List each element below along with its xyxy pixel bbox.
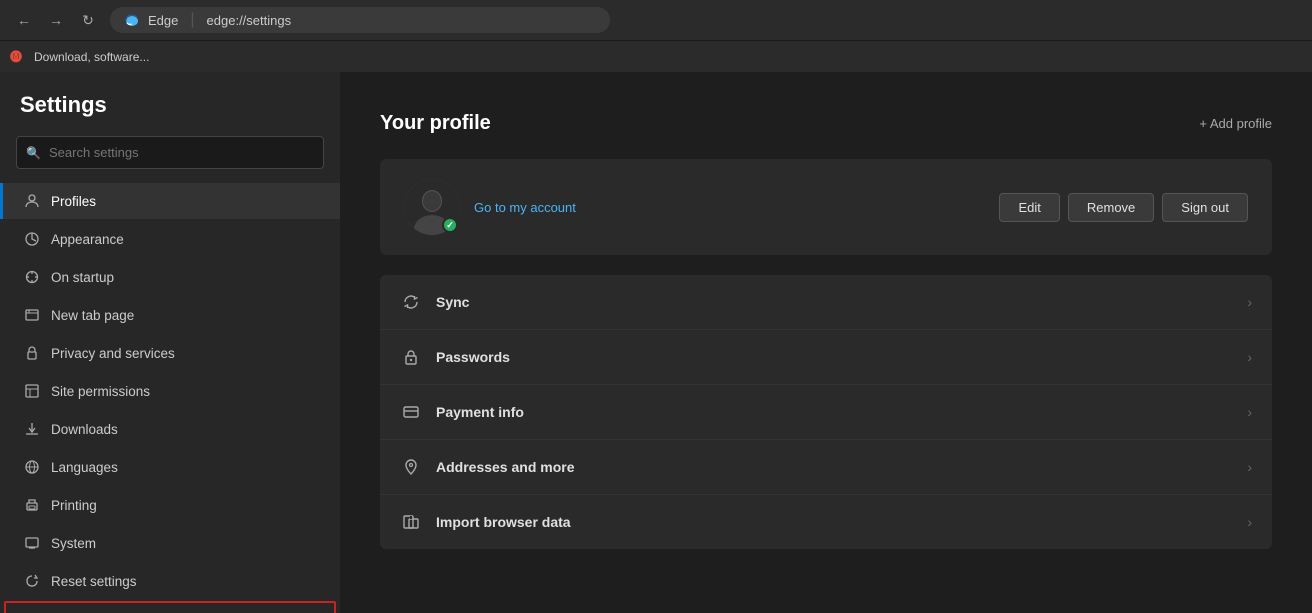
titlebar: ← → ↻ Edge | edge://settings <box>0 0 1312 40</box>
nav-buttons: ← → ↻ <box>10 6 102 34</box>
search-settings-wrapper: 🔍 <box>0 136 340 181</box>
sidebar-item-site-permissions[interactable]: Site permissions <box>0 373 340 409</box>
browser-name-label: Edge <box>148 13 178 28</box>
on-startup-icon <box>23 268 41 286</box>
downloads-icon <box>23 420 41 438</box>
sidebar-item-appearance[interactable]: Appearance <box>0 221 340 257</box>
appearance-icon <box>23 230 41 248</box>
sidebar-label-site-permissions: Site permissions <box>51 384 150 399</box>
profile-left: Go to my account <box>404 179 576 235</box>
settings-list-item-sync[interactable]: Sync › <box>380 275 1272 330</box>
languages-icon <box>23 458 41 476</box>
search-settings-input[interactable] <box>16 136 324 169</box>
profile-verified-badge <box>442 217 458 233</box>
sidebar-item-privacy-services[interactable]: Privacy and services <box>0 335 340 371</box>
sidebar-label-appearance: Appearance <box>51 232 124 247</box>
refresh-button[interactable]: ↻ <box>74 6 102 34</box>
settings-list-item-addresses[interactable]: Addresses and more › <box>380 440 1272 495</box>
content-area: Your profile + Add profile <box>340 72 1312 613</box>
printing-icon <box>23 496 41 514</box>
sync-icon <box>400 291 422 313</box>
sidebar-label-system: System <box>51 536 96 551</box>
search-icon: 🔍 <box>26 146 41 160</box>
add-profile-button[interactable]: + Add profile <box>1199 116 1272 131</box>
sidebar-label-profiles: Profiles <box>51 194 96 209</box>
privacy-icon <box>23 344 41 362</box>
addresses-icon <box>400 456 422 478</box>
payment-info-chevron-icon: › <box>1247 404 1252 420</box>
addresses-chevron-icon: › <box>1247 459 1252 475</box>
sidebar: Settings 🔍 Profiles <box>0 72 340 613</box>
sidebar-item-languages[interactable]: Languages <box>0 449 340 485</box>
bookmark-favicon: 🅜 <box>10 48 22 65</box>
payment-info-icon <box>400 401 422 423</box>
profile-card: Go to my account Edit Remove Sign out <box>380 159 1272 255</box>
payment-info-label: Payment info <box>436 404 1233 420</box>
passwords-chevron-icon: › <box>1247 349 1252 365</box>
reset-settings-icon <box>23 572 41 590</box>
sidebar-label-on-startup: On startup <box>51 270 114 285</box>
address-label: edge://settings <box>207 13 292 28</box>
go-to-account-button[interactable]: Go to my account <box>474 200 576 215</box>
settings-list-item-payment-info[interactable]: Payment info › <box>380 385 1272 440</box>
sidebar-item-reset-settings[interactable]: Reset settings <box>0 563 340 599</box>
profile-actions: Edit Remove Sign out <box>999 193 1248 222</box>
bookmarks-bar: 🅜 Download, software... <box>0 40 1312 72</box>
separator: | <box>190 11 194 29</box>
edge-logo-icon <box>124 12 140 28</box>
new-tab-page-icon <box>23 306 41 324</box>
forward-button[interactable]: → <box>42 6 70 34</box>
sidebar-item-about-edge[interactable]: About Microsoft Edge <box>4 601 336 613</box>
avatar-wrapper <box>404 179 460 235</box>
edit-profile-button[interactable]: Edit <box>999 193 1059 222</box>
page-title: Your profile <box>380 112 491 135</box>
address-bar[interactable]: Edge | edge://settings <box>110 7 610 33</box>
settings-list-item-passwords[interactable]: Passwords › <box>380 330 1272 385</box>
sidebar-item-on-startup[interactable]: On startup <box>0 259 340 295</box>
sidebar-item-profiles[interactable]: Profiles <box>0 183 340 219</box>
profiles-icon <box>23 192 41 210</box>
sync-chevron-icon: › <box>1247 294 1252 310</box>
sidebar-item-downloads[interactable]: Downloads <box>0 411 340 447</box>
sidebar-label-printing: Printing <box>51 498 97 513</box>
main-layout: Settings 🔍 Profiles <box>0 72 1312 613</box>
sidebar-label-downloads: Downloads <box>51 422 118 437</box>
site-permissions-icon <box>23 382 41 400</box>
sidebar-title: Settings <box>0 92 340 134</box>
passwords-label: Passwords <box>436 349 1233 365</box>
sidebar-item-new-tab-page[interactable]: New tab page <box>0 297 340 333</box>
sidebar-label-new-tab-page: New tab page <box>51 308 134 323</box>
remove-profile-button[interactable]: Remove <box>1068 193 1154 222</box>
sidebar-item-system[interactable]: System <box>0 525 340 561</box>
settings-list-item-import-data[interactable]: Import browser data › <box>380 495 1272 549</box>
passwords-icon <box>400 346 422 368</box>
sync-label: Sync <box>436 294 1233 310</box>
sidebar-label-privacy-services: Privacy and services <box>51 346 175 361</box>
system-icon <box>23 534 41 552</box>
sidebar-label-reset-settings: Reset settings <box>51 574 137 589</box>
addresses-label: Addresses and more <box>436 459 1233 475</box>
sidebar-label-languages: Languages <box>51 460 118 475</box>
settings-list: Sync › Passwords › <box>380 275 1272 549</box>
import-data-icon <box>400 511 422 533</box>
import-data-label: Import browser data <box>436 514 1233 530</box>
sidebar-item-printing[interactable]: Printing <box>0 487 340 523</box>
back-button[interactable]: ← <box>10 6 38 34</box>
search-input-wrapper: 🔍 <box>16 136 324 169</box>
sign-out-button[interactable]: Sign out <box>1162 193 1248 222</box>
content-header: Your profile + Add profile <box>380 112 1272 135</box>
import-data-chevron-icon: › <box>1247 514 1252 530</box>
bookmark-download-software[interactable]: Download, software... <box>28 48 155 66</box>
